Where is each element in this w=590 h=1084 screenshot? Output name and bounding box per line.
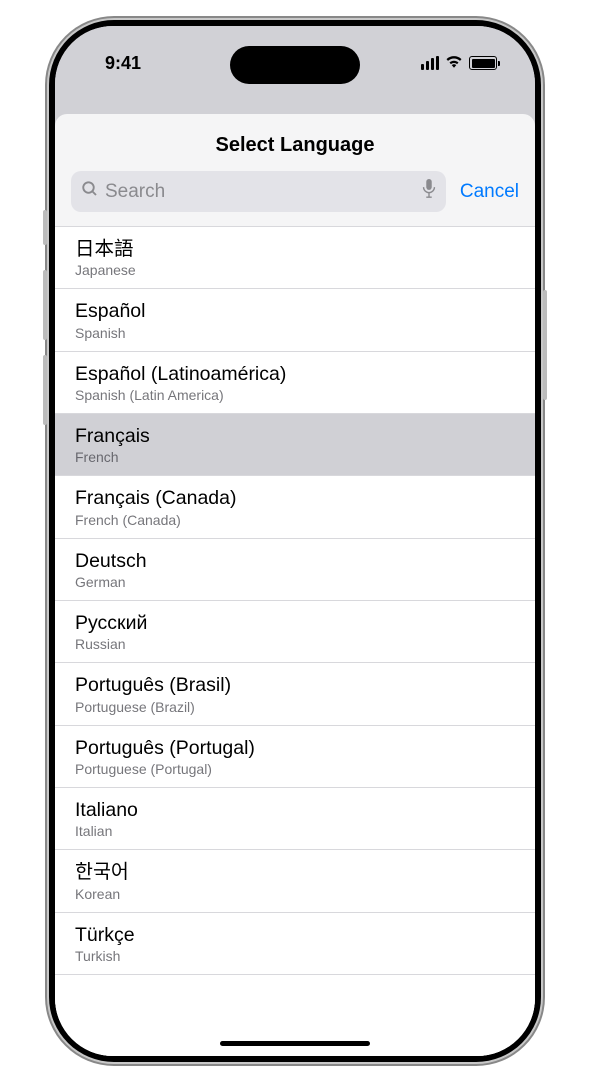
language-native-label: Italiano bbox=[75, 798, 535, 823]
language-row[interactable]: Español (Latinoamérica)Spanish (Latin Am… bbox=[55, 352, 535, 414]
language-english-label: Spanish (Latin America) bbox=[75, 387, 535, 403]
cellular-signal-icon bbox=[421, 56, 439, 70]
volume-up-button bbox=[43, 270, 47, 340]
language-english-label: German bbox=[75, 574, 535, 590]
language-row[interactable]: 한국어Korean bbox=[55, 850, 535, 912]
language-row[interactable]: РусскийRussian bbox=[55, 601, 535, 663]
phone-screen: 9:41 Select Language bbox=[55, 26, 535, 1056]
language-native-label: Deutsch bbox=[75, 549, 535, 574]
language-native-label: Français bbox=[75, 424, 535, 449]
wifi-icon bbox=[445, 54, 463, 73]
search-input[interactable] bbox=[105, 181, 416, 203]
page-title: Select Language bbox=[55, 134, 535, 157]
language-english-label: Spanish bbox=[75, 325, 535, 341]
language-row[interactable]: TürkçeTurkish bbox=[55, 913, 535, 975]
power-button bbox=[543, 290, 547, 400]
language-english-label: French bbox=[75, 449, 535, 465]
language-native-label: Español (Latinoamérica) bbox=[75, 362, 535, 387]
language-row[interactable]: ItalianoItalian bbox=[55, 788, 535, 850]
language-native-label: Português (Portugal) bbox=[75, 736, 535, 761]
language-native-label: Русский bbox=[75, 611, 535, 636]
language-english-label: Korean bbox=[75, 886, 535, 902]
battery-icon bbox=[469, 56, 497, 70]
language-row[interactable]: Português (Portugal)Portuguese (Portugal… bbox=[55, 726, 535, 788]
phone-frame: 9:41 Select Language bbox=[49, 20, 541, 1062]
home-indicator[interactable] bbox=[220, 1041, 370, 1046]
language-row[interactable]: Français (Canada)French (Canada) bbox=[55, 476, 535, 538]
language-english-label: Italian bbox=[75, 823, 535, 839]
language-english-label: French (Canada) bbox=[75, 512, 535, 528]
language-row[interactable]: EspañolSpanish bbox=[55, 289, 535, 351]
microphone-icon[interactable] bbox=[422, 179, 436, 204]
cancel-button[interactable]: Cancel bbox=[460, 181, 519, 203]
status-time: 9:41 bbox=[105, 53, 141, 74]
language-row[interactable]: DeutschGerman bbox=[55, 539, 535, 601]
language-english-label: Portuguese (Brazil) bbox=[75, 699, 535, 715]
sheet-header: Select Language bbox=[55, 114, 535, 171]
language-english-label: Portuguese (Portugal) bbox=[75, 761, 535, 777]
language-english-label: Japanese bbox=[75, 262, 535, 278]
language-list[interactable]: 日本語JapaneseEspañolSpanishEspañol (Latino… bbox=[55, 226, 535, 1056]
search-field[interactable] bbox=[71, 171, 446, 212]
search-row: Cancel bbox=[55, 171, 535, 226]
language-modal-sheet: Select Language Cancel 日本語JapaneseEspaño… bbox=[55, 114, 535, 1056]
language-native-label: Português (Brasil) bbox=[75, 673, 535, 698]
status-icons bbox=[421, 54, 497, 73]
language-native-label: Français (Canada) bbox=[75, 486, 535, 511]
language-row[interactable]: FrançaisFrench bbox=[55, 414, 535, 476]
language-native-label: Türkçe bbox=[75, 923, 535, 948]
sheet-backdrop bbox=[55, 84, 535, 114]
language-row[interactable]: 日本語Japanese bbox=[55, 226, 535, 289]
volume-down-button bbox=[43, 355, 47, 425]
search-icon bbox=[81, 180, 99, 203]
language-row[interactable]: Português (Brasil)Portuguese (Brazil) bbox=[55, 663, 535, 725]
language-native-label: 日本語 bbox=[75, 237, 535, 262]
language-native-label: 한국어 bbox=[75, 860, 535, 885]
silent-switch bbox=[43, 210, 47, 245]
language-english-label: Russian bbox=[75, 636, 535, 652]
dynamic-island bbox=[230, 46, 360, 84]
language-native-label: Español bbox=[75, 299, 535, 324]
language-english-label: Turkish bbox=[75, 948, 535, 964]
